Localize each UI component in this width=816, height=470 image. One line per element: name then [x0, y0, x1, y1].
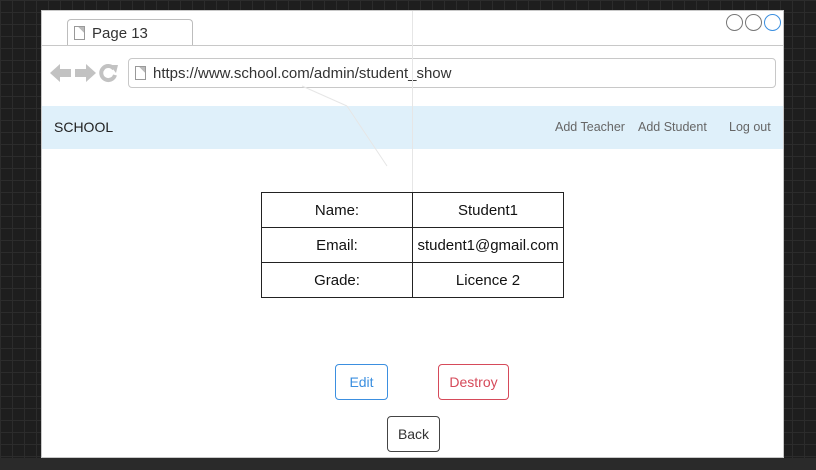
brand-link[interactable]: SCHOOL — [54, 119, 113, 135]
connector-line — [412, 11, 413, 192]
nav-log-out[interactable]: Log out — [729, 120, 771, 134]
nav-add-student[interactable]: Add Student — [638, 120, 707, 134]
window-controls — [726, 14, 781, 31]
browser-tab[interactable]: Page 13 — [67, 19, 193, 46]
forward-arrow-icon[interactable] — [74, 64, 96, 82]
canvas-bottom-bar — [0, 458, 816, 470]
nav-add-teacher[interactable]: Add Teacher — [555, 120, 625, 134]
back-arrow-icon[interactable] — [50, 64, 72, 82]
table-row: Email: student1@gmail.com — [261, 227, 564, 263]
row-value: student1@gmail.com — [412, 227, 564, 263]
back-button[interactable]: Back — [387, 416, 440, 452]
close-icon[interactable] — [764, 14, 781, 31]
row-value: Licence 2 — [412, 262, 564, 298]
edit-button[interactable]: Edit — [335, 364, 388, 400]
tab-title: Page 13 — [92, 24, 148, 42]
connector-arrow — [301, 85, 388, 167]
row-label: Name: — [261, 192, 413, 228]
page-icon — [135, 66, 146, 80]
table-row: Grade: Licence 2 — [261, 262, 564, 298]
minimize-icon[interactable] — [726, 14, 743, 31]
row-value: Student1 — [412, 192, 564, 228]
reload-icon[interactable] — [98, 63, 118, 83]
browser-window: Page 13 https://www.school.com/admin/stu… — [41, 10, 784, 458]
destroy-button[interactable]: Destroy — [438, 364, 509, 400]
row-label: Grade: — [261, 262, 413, 298]
maximize-icon[interactable] — [745, 14, 762, 31]
page-icon — [74, 26, 85, 40]
table-row: Name: Student1 — [261, 192, 564, 228]
student-details-table: Name: Student1 Email: student1@gmail.com… — [261, 192, 564, 298]
url-text: https://www.school.com/admin/student_sho… — [153, 64, 452, 82]
address-bar[interactable]: https://www.school.com/admin/student_sho… — [128, 58, 776, 88]
navigation-buttons — [50, 63, 118, 83]
row-label: Email: — [261, 227, 413, 263]
